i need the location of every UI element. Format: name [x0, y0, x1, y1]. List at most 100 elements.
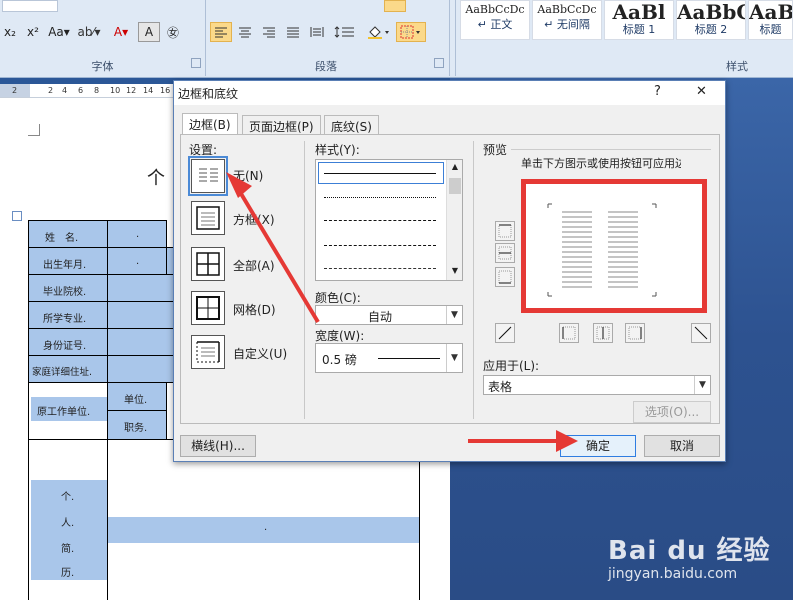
setting-custom-icon[interactable] [191, 335, 225, 369]
scroll-thumb[interactable] [449, 178, 461, 194]
setting-grid-icon[interactable] [191, 291, 225, 325]
font-size-box[interactable] [2, 0, 58, 12]
setting-all-icon[interactable] [191, 247, 225, 281]
tab-shading[interactable]: 底纹(S) [324, 115, 379, 135]
line-style-list[interactable]: ▲ ▼ [315, 159, 463, 281]
width-select[interactable]: 0.5 磅 ▼ [315, 343, 463, 373]
options-button[interactable]: 选项(O)... [633, 401, 711, 423]
style-name: 标题 2 [694, 23, 728, 36]
line-style-dash-dot[interactable] [324, 268, 436, 269]
table-cell[interactable] [107, 301, 177, 329]
border-inner-h-button[interactable] [495, 243, 515, 263]
justify-icon [287, 27, 299, 38]
dialog-titlebar[interactable]: 边框和底纹 ? ✕ [174, 81, 725, 105]
subscript-button[interactable]: x₂ [0, 22, 20, 42]
line-style-long-dash[interactable] [324, 245, 436, 246]
line-style-dotted[interactable] [324, 197, 436, 198]
table-cell[interactable]: . [107, 220, 167, 248]
diagonal-down-button[interactable] [691, 323, 711, 343]
line-spacing-button[interactable] [330, 22, 360, 42]
border-left-button[interactable] [559, 323, 579, 343]
cancel-button[interactable]: 取消 [644, 435, 720, 457]
style-normal[interactable]: AaBbCcDc ↵ 正文 [460, 0, 530, 40]
shading-button[interactable] [362, 22, 394, 42]
decrease-indent-button[interactable] [336, 0, 358, 12]
table-cell-label[interactable]: 家庭详细住址. [28, 355, 108, 383]
table-move-handle-icon[interactable] [12, 211, 22, 221]
align-right-button[interactable] [258, 22, 280, 42]
watermark-url: jingyan.baidu.com [608, 566, 738, 582]
paragraph-dialog-launcher-icon[interactable] [434, 58, 444, 68]
multilevel-list-button[interactable] [312, 0, 334, 12]
sort-button[interactable] [360, 0, 382, 12]
table-cell[interactable]: 职务. [107, 410, 167, 440]
horizontal-line-button[interactable]: 横线(H)... [180, 435, 256, 457]
table-cell-resume[interactable]: . [107, 439, 420, 600]
setting-all-label[interactable]: 全部(A) [233, 257, 275, 274]
change-case-button[interactable]: Aa▾ [46, 22, 72, 42]
align-center-icon [239, 27, 251, 38]
border-inner-v-button[interactable] [593, 323, 613, 343]
line-style-scrollbar[interactable]: ▲ ▼ [446, 160, 462, 280]
setting-none-label[interactable]: 无(N) [233, 167, 263, 184]
style-preview: AaBbC [677, 1, 745, 21]
table-cell[interactable]: . [107, 247, 167, 275]
table-cell-label[interactable]: 原工作单位. [28, 382, 108, 440]
color-select[interactable]: 自动 ▼ [315, 305, 463, 325]
show-marks-button[interactable] [384, 0, 406, 12]
line-style-dashed[interactable] [324, 220, 436, 221]
table-cell[interactable] [107, 274, 177, 302]
style-heading-2[interactable]: AaBbC 标题 2 [676, 0, 746, 40]
border-top-button[interactable] [495, 221, 515, 241]
box-border-icon [196, 206, 220, 230]
tab-borders[interactable]: 边框(B) [182, 113, 238, 135]
table-cell[interactable]: 单位. [107, 382, 167, 411]
table-cell-label[interactable]: 身份证号. [28, 328, 108, 356]
borders-shading-dialog: 边框和底纹 ? ✕ 边框(B) 页面边框(P) 底纹(S) 设置: 无(N) 方… [173, 80, 726, 462]
style-title[interactable]: AaBb 标题 [748, 0, 793, 40]
table-cell-label[interactable]: 出生年月. [28, 247, 108, 275]
setting-box-label[interactable]: 方框(X) [233, 211, 275, 228]
ruler[interactable]: 2 2 4 6 8 10 12 14 16 [0, 84, 175, 98]
superscript-button[interactable]: x² [22, 22, 44, 42]
style-heading-1[interactable]: AaBl 标题 1 [604, 0, 674, 40]
border-bottom-button[interactable] [495, 267, 515, 287]
justify-button[interactable] [282, 22, 304, 42]
distribute-button[interactable] [306, 22, 328, 42]
align-center-button[interactable] [234, 22, 256, 42]
setting-none-icon[interactable] [188, 156, 228, 196]
table-cell-label[interactable]: 毕业院校. [28, 274, 108, 302]
style-no-spacing[interactable]: AaBbCcDc ↵ 无间隔 [532, 0, 602, 40]
table-cell-label[interactable]: 所学专业. [28, 301, 108, 329]
scroll-up-icon[interactable]: ▲ [448, 162, 462, 171]
setting-custom-label[interactable]: 自定义(U) [233, 345, 287, 362]
font-dialog-launcher-icon[interactable] [191, 58, 201, 68]
apply-to-select[interactable]: 表格 ▼ [483, 375, 711, 395]
diagonal-up-button[interactable] [495, 323, 515, 343]
char-shading-button[interactable]: A [138, 22, 160, 42]
font-color-button[interactable]: A▾ [106, 22, 136, 42]
setting-box-icon[interactable] [191, 201, 225, 235]
table-cell[interactable] [107, 328, 177, 356]
borders-button[interactable] [396, 22, 426, 42]
grid-border-icon [196, 296, 220, 320]
paragraph-buttons [210, 22, 426, 42]
style-preview: AaBb [749, 1, 792, 21]
ok-button[interactable]: 确定 [560, 435, 636, 457]
border-right-button[interactable] [625, 323, 645, 343]
table-cell-resume-label[interactable]: 个. 人. 简. 历. [28, 439, 108, 600]
scroll-down-icon[interactable]: ▼ [448, 266, 462, 275]
line-style-solid[interactable] [324, 173, 436, 174]
table-cell-label[interactable]: 姓 名. [28, 220, 108, 248]
section-divider [304, 141, 305, 419]
enclosed-char-button[interactable]: ㊛ [162, 22, 184, 42]
preview-area[interactable] [521, 179, 707, 313]
highlight-color-button[interactable]: ab⁄▾ [74, 22, 104, 42]
setting-grid-label[interactable]: 网格(D) [233, 301, 276, 318]
table-cell[interactable] [107, 355, 177, 383]
tab-page-border[interactable]: 页面边框(P) [242, 115, 321, 135]
close-icon[interactable]: ✕ [696, 84, 707, 99]
help-icon[interactable]: ? [654, 84, 661, 99]
align-left-button[interactable] [210, 22, 232, 42]
all-borders-icon [196, 252, 220, 276]
